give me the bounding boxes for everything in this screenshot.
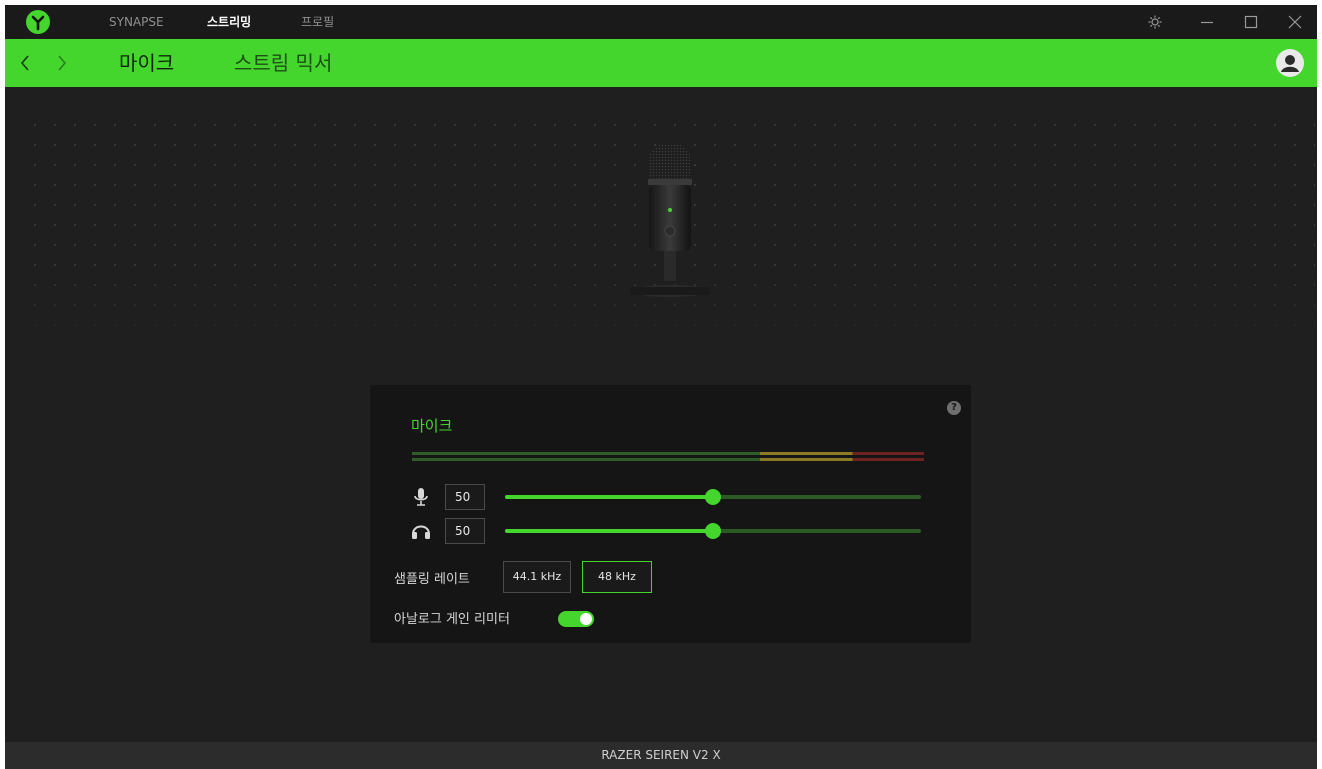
title-bar: SYNAPSE 스트리밍 프로필 (5, 5, 1317, 39)
mic-gain-handle[interactable] (705, 489, 721, 505)
mic-gain-input[interactable]: 50 (445, 484, 485, 510)
rate-44-1-button[interactable]: 44.1 kHz (503, 561, 571, 593)
device-name-bar: RAZER SEIREN V2 X (5, 742, 1317, 769)
rate-48-button[interactable]: 48 kHz (582, 561, 652, 593)
user-avatar-icon[interactable] (1276, 49, 1304, 77)
sampling-rate-label: 샘플링 레이트 (394, 572, 470, 587)
mic-gain-row: 50 (370, 484, 971, 510)
help-icon[interactable]: ? (947, 401, 961, 415)
mic-gain-slider[interactable] (505, 489, 921, 505)
headphone-volume-fill (505, 529, 713, 533)
maximize-icon[interactable] (1241, 12, 1261, 32)
tab-stream-mixer[interactable]: 스트림 믹서 (234, 39, 332, 87)
synapse-window: SYNAPSE 스트리밍 프로필 마이크 스트림 믹서 ? 마이크 50 50 … (5, 5, 1317, 769)
input-level-meter (412, 451, 924, 463)
nav-streaming[interactable]: 스트리밍 (207, 5, 251, 39)
brightness-icon[interactable] (1145, 12, 1165, 32)
microphone-settings-panel: ? 마이크 50 50 샘플링 레이트 44.1 kHz 48 kHz 아날로그… (370, 385, 971, 643)
microphone-icon (414, 488, 428, 506)
mic-gain-fill (505, 495, 713, 499)
minimize-icon[interactable] (1197, 12, 1217, 32)
nav-synapse[interactable]: SYNAPSE (109, 5, 164, 39)
headphone-volume-slider[interactable] (505, 523, 921, 539)
meter-line-top (412, 452, 924, 455)
toggle-knob (580, 613, 592, 625)
headphone-volume-row: 50 (370, 518, 971, 544)
section-header: 마이크 스트림 믹서 (5, 39, 1317, 87)
device-name: RAZER SEIREN V2 X (601, 748, 721, 762)
tab-microphone[interactable]: 마이크 (119, 39, 174, 87)
razer-logo-icon[interactable] (25, 9, 51, 35)
panel-title: 마이크 (411, 417, 453, 435)
analog-gain-limiter-label: 아날로그 게인 리미터 (394, 612, 510, 627)
microphone-device-image (630, 143, 710, 297)
headphone-volume-handle[interactable] (705, 523, 721, 539)
close-icon[interactable] (1285, 12, 1305, 32)
headphone-volume-input[interactable]: 50 (445, 518, 485, 544)
back-arrow-icon[interactable] (13, 51, 37, 75)
forward-arrow-icon[interactable] (50, 51, 74, 75)
nav-profile[interactable]: 프로필 (301, 5, 334, 39)
headphones-icon (412, 525, 430, 539)
analog-gain-limiter-toggle[interactable] (558, 611, 594, 627)
meter-line-bottom (412, 458, 924, 461)
